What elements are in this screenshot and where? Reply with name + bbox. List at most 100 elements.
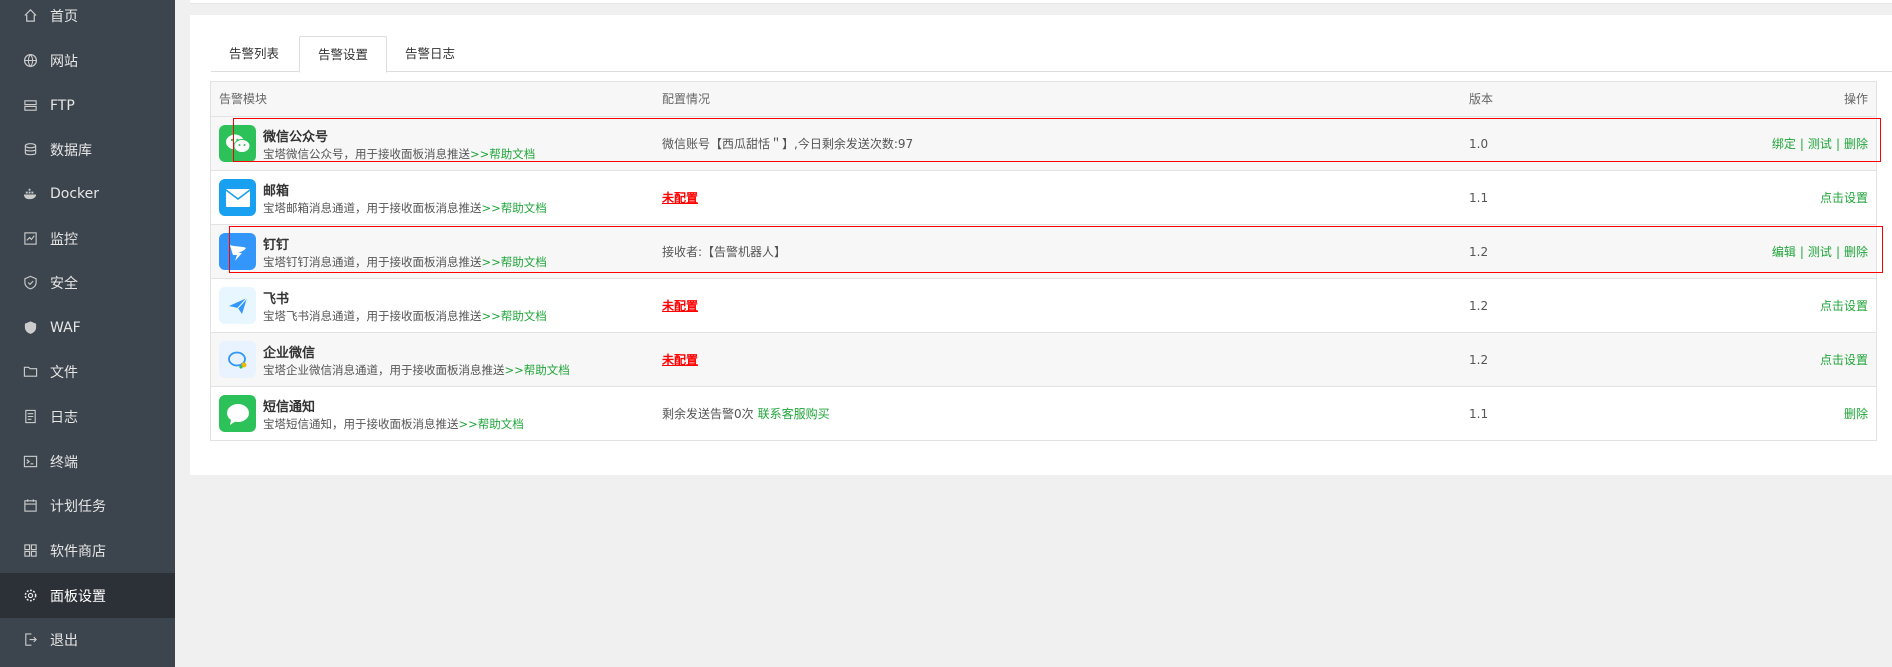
action-separator: | [1799, 245, 1804, 259]
configure-button[interactable]: 点击设置 [1820, 353, 1868, 367]
module-name: 钉钉 [263, 238, 290, 253]
module-description-text: 宝塔短信通知，用于接收面板消息推送 [263, 417, 459, 431]
delete-button[interactable]: 删除 [1844, 245, 1868, 259]
sidebar-item-globe[interactable]: 网站 [0, 38, 175, 83]
sidebar: 首页网站 FTP 数据库 Docker 监控安全 WAF 文件日志终端计划任务软件商店面板设… [0, 0, 175, 667]
contact-support-link[interactable]: 联系客服购买 [758, 407, 830, 421]
sidebar-item-waf-shield[interactable]: WAF [0, 305, 175, 350]
version-value: 1.2 [1469, 245, 1489, 259]
module-description: 宝塔微信公众号，用于接收面板消息推送>>帮助文档 [263, 146, 535, 162]
sidebar-item-label: 数据库 [50, 142, 92, 159]
sidebar-item-home[interactable]: 首页 [0, 0, 175, 38]
sidebar-item-terminal[interactable]: 终端 [0, 439, 175, 484]
config-status: 未配置 [662, 333, 698, 387]
row-actions: 点击设置 [1820, 333, 1868, 387]
sidebar-item-label: 监控 [50, 231, 78, 248]
row-actions: 绑定 | 测试 | 删除 [1772, 117, 1868, 171]
sidebar-item-label: FTP [50, 97, 75, 114]
bind-button[interactable]: 绑定 [1772, 137, 1796, 151]
sidebar-item-ftp[interactable]: FTP [0, 83, 175, 128]
tab-alert-log[interactable]: 告警日志 [387, 36, 473, 73]
row-actions: 删除 [1844, 387, 1868, 441]
table-row: 企业微信 宝塔企业微信消息通道，用于接收面板消息推送>>帮助文档 未配置 1.2 点击设… [211, 333, 1876, 387]
help-doc-link[interactable]: >>帮助文档 [482, 201, 547, 215]
tab-alert-settings[interactable]: 告警设置 [299, 36, 388, 73]
module-name: 邮箱 [263, 184, 290, 199]
unconfigured-link[interactable]: 未配置 [662, 353, 698, 367]
action-separator: | [1835, 245, 1840, 259]
tab-bar: 告警列表 告警设置 告警日志 [211, 36, 1892, 73]
delete-button[interactable]: 删除 [1844, 137, 1868, 151]
globe-icon [22, 53, 38, 69]
sidebar-item-label: 面板设置 [50, 588, 106, 605]
module-name: 飞书 [263, 292, 290, 307]
config-status: 未配置 [662, 171, 698, 225]
help-doc-link[interactable]: >>帮助文档 [470, 147, 535, 161]
sidebar-item-docker[interactable]: Docker [0, 171, 175, 216]
docker-icon [22, 186, 38, 202]
help-doc-link[interactable]: >>帮助文档 [505, 363, 570, 377]
module-description-text: 宝塔企业微信消息通道，用于接收面板消息推送 [263, 363, 505, 377]
sidebar-item-gear[interactable]: 面板设置 [0, 573, 175, 618]
header-version: 版本 [1469, 92, 1494, 106]
test-button[interactable]: 测试 [1808, 245, 1832, 259]
sidebar-item-monitor[interactable]: 监控 [0, 216, 175, 261]
module-description-text: 宝塔钉钉消息通道，用于接收面板消息推送 [263, 255, 482, 269]
config-status: 未配置 [662, 279, 698, 333]
table-header: 告警模块 配置情况 版本 操作 [211, 82, 1876, 117]
feishu-icon [219, 287, 256, 324]
config-status: 接收者:【告警机器人】 [662, 225, 786, 279]
version-value: 1.1 [1469, 407, 1489, 421]
version-value: 1.2 [1469, 353, 1489, 367]
tab-alert-list[interactable]: 告警列表 [211, 36, 297, 73]
version-value: 1.0 [1469, 137, 1489, 151]
sms-icon [219, 395, 256, 432]
sidebar-item-log[interactable]: 日志 [0, 394, 175, 439]
sidebar-item-logout[interactable]: 退出 [0, 617, 175, 662]
table-row: 邮箱宝塔邮箱消息通道，用于接收面板消息推送>>帮助文档 未配置 1.1 点击设置 [211, 171, 1876, 225]
header-config: 配置情况 [662, 92, 711, 106]
configure-button[interactable]: 点击设置 [1820, 191, 1868, 205]
sidebar-item-shield[interactable]: 安全 [0, 260, 175, 305]
module-description-text: 宝塔飞书消息通道，用于接收面板消息推送 [263, 309, 482, 323]
sidebar-item-grid[interactable]: 软件商店 [0, 528, 175, 573]
module-description: 宝塔钉钉消息通道，用于接收面板消息推送>>帮助文档 [263, 254, 547, 270]
sidebar-item-label: 软件商店 [50, 543, 106, 560]
help-doc-link[interactable]: >>帮助文档 [482, 255, 547, 269]
version-value: 1.1 [1469, 191, 1489, 205]
home-icon [22, 8, 38, 24]
unconfigured-link[interactable]: 未配置 [662, 299, 698, 313]
terminal-icon [22, 454, 38, 470]
help-doc-link[interactable]: >>帮助文档 [459, 417, 524, 431]
sidebar-item-label: Docker [50, 185, 100, 202]
sidebar-item-database[interactable]: 数据库 [0, 127, 175, 172]
sidebar-item-label: 网站 [50, 53, 78, 70]
sidebar-item-label: 文件 [50, 364, 78, 381]
edit-button[interactable]: 编辑 [1772, 245, 1796, 259]
module-name: 企业微信 [263, 346, 316, 361]
shield-icon [22, 275, 38, 291]
config-text: 接收者:【告警机器人】 [662, 245, 787, 259]
row-actions: 点击设置 [1820, 171, 1868, 225]
sidebar-item-label: 安全 [50, 275, 78, 292]
configure-button[interactable]: 点击设置 [1820, 299, 1868, 313]
sidebar-item-calendar[interactable]: 计划任务 [0, 483, 175, 528]
sidebar-item-label: 日志 [50, 409, 78, 426]
grid-icon [22, 543, 38, 559]
help-doc-link[interactable]: >>帮助文档 [482, 309, 547, 323]
sidebar-item-label: 首页 [50, 8, 78, 25]
sidebar-item-label: 终端 [50, 454, 78, 471]
alert-module-table: 告警模块 配置情况 版本 操作 微信公众号 宝塔微信公众号，用于接收面板消息推送>… [210, 81, 1877, 441]
unconfigured-link[interactable]: 未配置 [662, 191, 698, 205]
table-row: 短信通知 宝塔短信通知，用于接收面板消息推送>>帮助文档 剩余发送告警0次 联系客服购… [211, 387, 1876, 441]
module-description-text: 宝塔微信公众号，用于接收面板消息推送 [263, 147, 470, 161]
config-status: 剩余发送告警0次 联系客服购买 [662, 387, 830, 441]
delete-button[interactable]: 删除 [1844, 407, 1868, 421]
module-description: 宝塔企业微信消息通道，用于接收面板消息推送>>帮助文档 [263, 362, 570, 378]
module-description-text: 宝塔邮箱消息通道，用于接收面板消息推送 [263, 201, 482, 215]
sidebar-item-folder[interactable]: 文件 [0, 349, 175, 394]
wecom-icon [219, 341, 256, 378]
test-button[interactable]: 测试 [1808, 137, 1832, 151]
ftp-icon [22, 98, 38, 114]
config-text: 微信账号【西瓜甜恬＂】,今日剩余发送次数:97 [662, 137, 914, 151]
